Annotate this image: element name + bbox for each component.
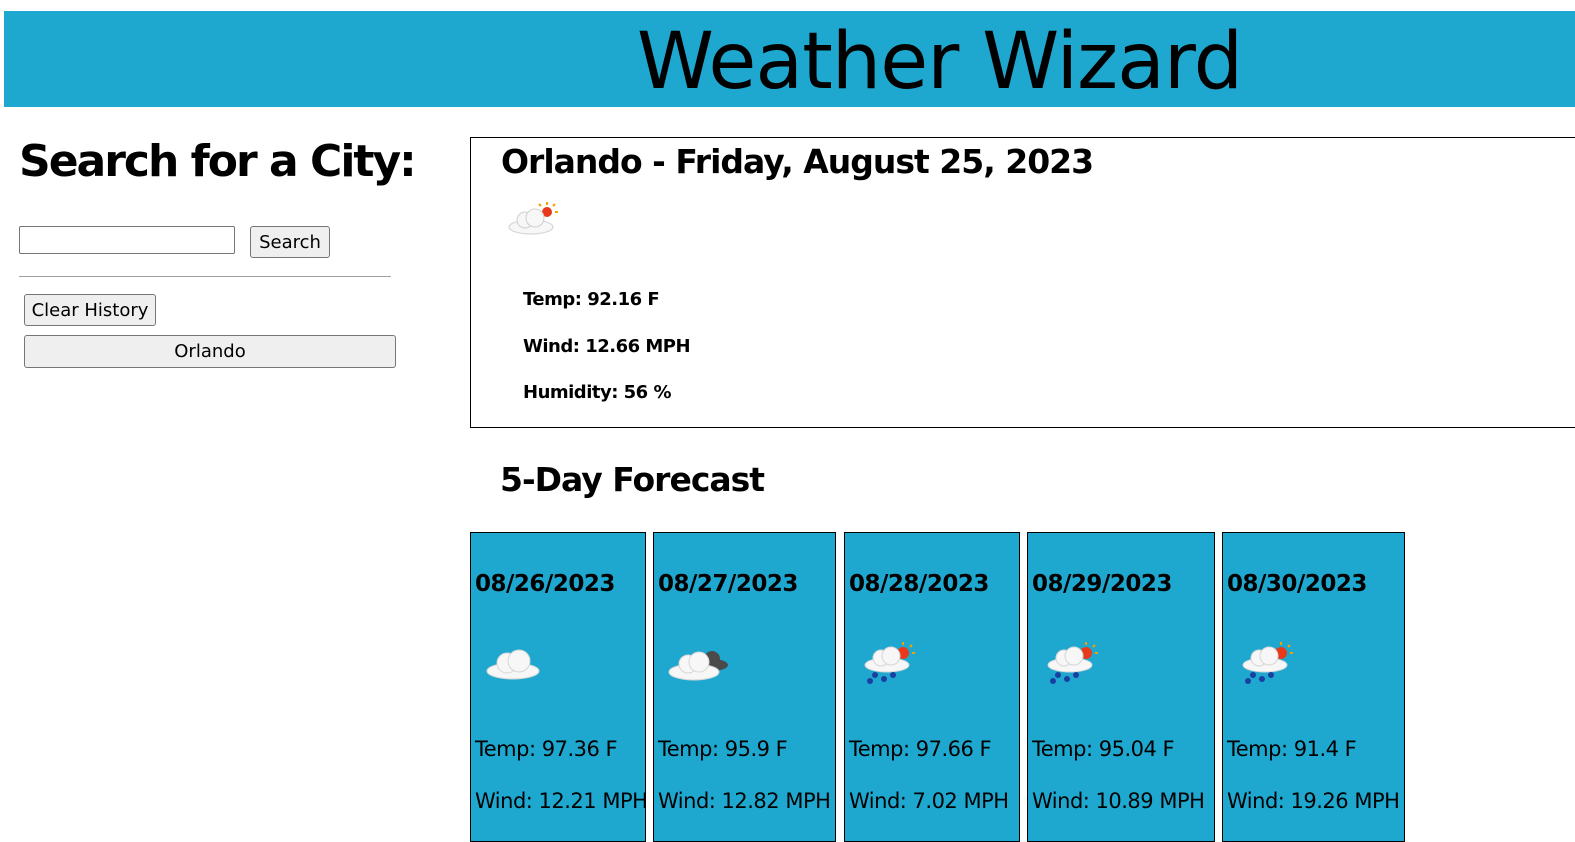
- forecast-card: 08/30/2023 Temp: 91.4 F Wind: 19.26 MPH: [1222, 532, 1405, 842]
- forecast-heading: 5-Day Forecast: [500, 460, 765, 499]
- forecast-card: 08/29/2023 Temp: 95.04 F Wind: 10.89 MPH: [1027, 532, 1215, 842]
- current-city-date: Orlando - Friday, August 25, 2023: [501, 142, 1094, 181]
- sun-rain-icon: [1047, 642, 1098, 684]
- sun-rain-icon: [1242, 642, 1293, 684]
- forecast-card: 08/26/2023 Temp: 97.36 F Wind: 12.21 MPH: [470, 532, 648, 842]
- forecast-temp: Temp: 97.36 F: [475, 737, 618, 761]
- history-city-button[interactable]: Orlando: [24, 335, 396, 368]
- forecast-temp: Temp: 97.66 F: [849, 737, 992, 761]
- city-search-input[interactable]: [19, 226, 235, 254]
- broken-clouds-icon: [668, 651, 728, 681]
- forecast-wind: Wind: 10.89 MPH: [1032, 789, 1205, 813]
- forecast-temp: Temp: 95.9 F: [658, 737, 788, 761]
- forecast-wind: Wind: 19.26 MPH: [1227, 789, 1400, 813]
- current-weather-card: Orlando - Friday, August 25, 2023 Temp: …: [470, 137, 1575, 428]
- cloud-icon: [486, 649, 540, 680]
- search-button[interactable]: Search: [250, 226, 330, 258]
- forecast-temp: Temp: 91.4 F: [1227, 737, 1357, 761]
- forecast-card: 08/27/2023 Temp: 95.9 F Wind: 12.82 MPH: [653, 532, 836, 842]
- forecast-date: 08/30/2023: [1227, 571, 1367, 597]
- forecast-date: 08/28/2023: [849, 571, 989, 597]
- current-wind: Wind: 12.66 MPH: [523, 336, 691, 357]
- sidebar-divider: [19, 276, 391, 277]
- clear-history-button[interactable]: Clear History: [24, 294, 156, 326]
- app-header: Weather Wizard: [4, 11, 1575, 107]
- app-title: Weather Wizard: [636, 17, 1243, 107]
- forecast-date: 08/27/2023: [658, 571, 798, 597]
- forecast-wind: Wind: 12.82 MPH: [658, 789, 831, 813]
- forecast-date: 08/26/2023: [475, 571, 615, 597]
- forecast-temp: Temp: 95.04 F: [1032, 737, 1175, 761]
- forecast-card: 08/28/2023 Temp: 97.66 F Wind: 7.02 MPH: [844, 532, 1020, 842]
- forecast-date: 08/29/2023: [1032, 571, 1172, 597]
- sun-rain-icon: [864, 642, 915, 684]
- search-heading: Search for a City:: [19, 136, 417, 187]
- current-humidity: Humidity: 56 %: [523, 382, 672, 403]
- sun-behind-cloud-icon: [508, 202, 558, 235]
- current-temp: Temp: 92.16 F: [523, 289, 660, 310]
- forecast-wind: Wind: 7.02 MPH: [849, 789, 1009, 813]
- forecast-wind: Wind: 12.21 MPH: [475, 789, 648, 813]
